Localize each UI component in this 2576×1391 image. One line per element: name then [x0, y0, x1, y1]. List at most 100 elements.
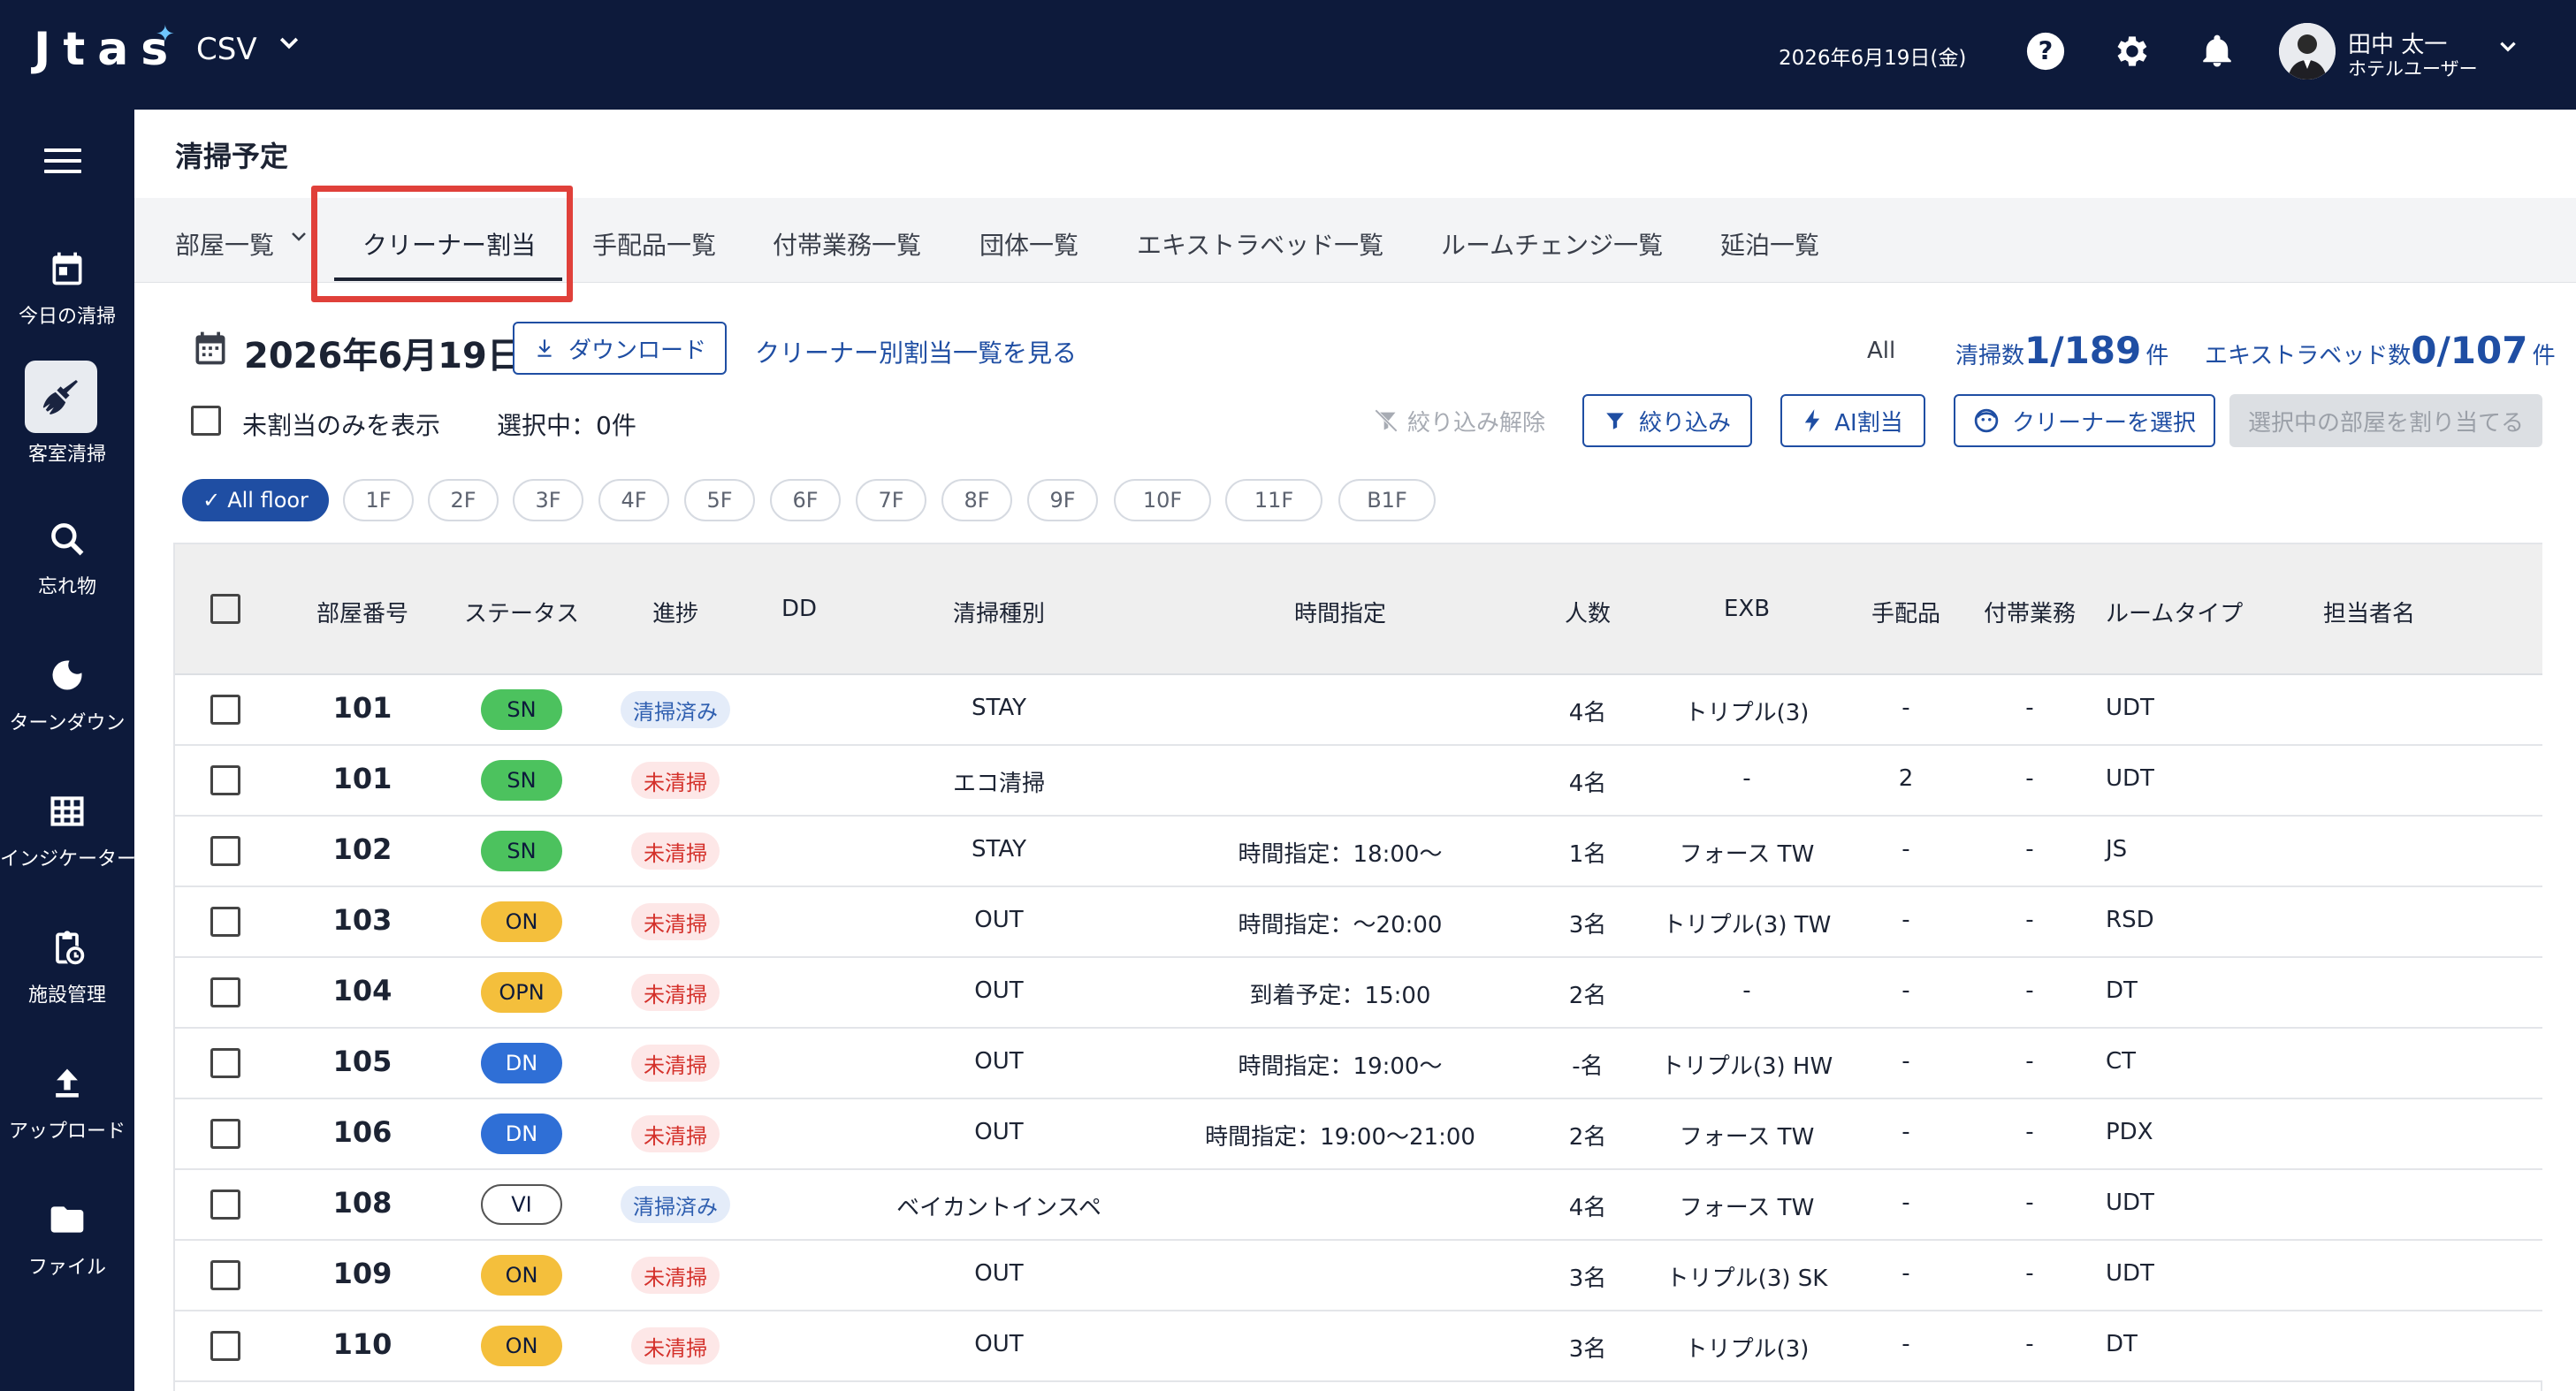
col-dd[interactable]: DD: [781, 596, 817, 622]
people-count: 2名: [1568, 1124, 1607, 1151]
floor-chip-4f[interactable]: 4F: [598, 479, 669, 521]
table-row[interactable]: 101 SN 未清掃 エコ清掃 4名 - 2 - UDT: [175, 746, 2542, 817]
tab-incidental-tasks[interactable]: 付帯業務一覧: [773, 226, 921, 262]
sidebar-item-room-cleaning[interactable]: 客室清掃: [0, 355, 134, 470]
floor-chip-11f[interactable]: 11F: [1225, 479, 1322, 521]
selected-count: 選択中：0件: [497, 411, 636, 440]
selected-date[interactable]: 2026年6月19日: [244, 327, 522, 378]
room-number: 101: [332, 762, 392, 795]
lightning-icon: [1802, 408, 1822, 433]
sidebar-item-upload[interactable]: アップロード: [0, 1039, 134, 1154]
items-cell: -: [1902, 1048, 1910, 1075]
col-progress[interactable]: 進捗: [652, 596, 698, 628]
sidebar-item-turndown[interactable]: ターンダウン: [0, 631, 134, 746]
bell-icon[interactable]: [2194, 28, 2240, 74]
select-cleaner-button[interactable]: クリーナーを選択: [1954, 394, 2215, 447]
tab-arrangement-list[interactable]: 手配品一覧: [592, 226, 716, 262]
hamburger-menu-icon[interactable]: [44, 148, 81, 177]
col-exb[interactable]: EXB: [1724, 596, 1770, 622]
floor-chip-2f[interactable]: 2F: [428, 479, 499, 521]
table-row[interactable]: 101 SN 清掃済み STAY 4名 トリプル(3) - - UDT: [175, 675, 2542, 746]
floor-chip-1f[interactable]: 1F: [343, 479, 414, 521]
col-status[interactable]: ステータス: [464, 596, 579, 628]
floor-chip-9f[interactable]: 9F: [1027, 479, 1098, 521]
table-row[interactable]: 110 ON 未清掃 OUT 3名 トリプル(3) - - DT: [175, 1311, 2542, 1382]
floor-chip-7f[interactable]: 7F: [856, 479, 926, 521]
col-people[interactable]: 人数: [1565, 596, 1611, 628]
cleaning-type: OUT: [974, 1331, 1024, 1357]
floor-chip-5f[interactable]: 5F: [684, 479, 755, 521]
col-staff[interactable]: 担当者名: [2323, 596, 2415, 628]
table-row[interactable]: 103 ON 未清掃 OUT 時間指定：〜20:00 3名 トリプル(3) TW - - RSD: [175, 887, 2542, 958]
cleaning-type: エコ清掃: [952, 771, 1046, 797]
table-row[interactable]: 109 ON 未清掃 OUT 3名 トリプル(3) SK - - UDT: [175, 1241, 2542, 1311]
tasks-cell: -: [2025, 1119, 2034, 1145]
time-spec: 時間指定：19:00〜21:00: [1205, 1124, 1475, 1151]
tab-extended-stay-list[interactable]: 延泊一覧: [1720, 226, 1819, 262]
download-button[interactable]: ダウンロード: [513, 322, 727, 375]
tab-room-change-list[interactable]: ルームチェンジ一覧: [1441, 226, 1663, 262]
filter-button[interactable]: 絞り込み: [1582, 394, 1752, 447]
row-checkbox[interactable]: [210, 1190, 240, 1220]
row-checkbox[interactable]: [210, 1119, 240, 1149]
table-row[interactable]: 106 DN 未清掃 OUT 時間指定：19:00〜21:00 2名 フォース TW - - PD…: [175, 1099, 2542, 1170]
sidebar-item-files[interactable]: ファイル: [0, 1175, 134, 1290]
sidebar-item-today-cleaning[interactable]: 今日の清掃: [0, 224, 134, 339]
col-tasks[interactable]: 付帯業務: [1984, 596, 2076, 628]
cleaner-assignment-list-link[interactable]: クリーナー別割当一覧を見る: [755, 334, 1077, 369]
assign-selected-rooms-button[interactable]: 選択中の部屋を割り当てる: [2229, 394, 2542, 447]
extra-bed-count-stat: エキストラベッド数0/107 件: [2205, 329, 2556, 372]
table-row[interactable]: 102 SN 未清掃 STAY 時間指定：18:00〜 1名 フォース TW - - JS: [175, 817, 2542, 887]
row-checkbox[interactable]: [210, 1260, 240, 1290]
gear-icon[interactable]: [2109, 28, 2155, 74]
grid-icon: [41, 785, 94, 838]
calendar-icon[interactable]: [191, 329, 230, 371]
tab-extra-bed-list[interactable]: エキストラベッド一覧: [1137, 226, 1383, 262]
floor-chip-3f[interactable]: 3F: [513, 479, 583, 521]
clear-filter-button[interactable]: 絞り込み解除: [1374, 405, 1545, 439]
ai-assign-button[interactable]: AI割当: [1780, 394, 1925, 447]
unassigned-only-checkbox[interactable]: [191, 406, 221, 436]
exb-cell: トリプル(3): [1684, 1336, 1810, 1363]
extra-bed-count-value: 0/107: [2411, 329, 2528, 372]
sidebar-item-facility[interactable]: 施設管理: [0, 903, 134, 1018]
help-icon[interactable]: ?: [2023, 28, 2069, 74]
col-time[interactable]: 時間指定: [1294, 596, 1386, 628]
col-cleaning-type[interactable]: 清掃種別: [953, 596, 1045, 628]
ai-assign-label: AI割当: [1834, 409, 1903, 437]
col-items[interactable]: 手配品: [1871, 596, 1940, 628]
row-checkbox[interactable]: [210, 836, 240, 866]
select-all-checkbox[interactable]: [210, 594, 240, 624]
cleaning-type: STAY: [971, 695, 1027, 721]
sidebar-item-lost-found[interactable]: 忘れ物: [0, 495, 134, 610]
row-checkbox[interactable]: [210, 1048, 240, 1078]
row-checkbox[interactable]: [210, 765, 240, 795]
tab-room-list[interactable]: 部屋一覧: [175, 226, 274, 262]
row-checkbox[interactable]: [210, 907, 240, 937]
chevron-down-icon[interactable]: [288, 226, 309, 253]
highlight-box: [311, 186, 573, 302]
room-type: PDX: [2106, 1119, 2153, 1145]
chevron-down-icon[interactable]: [276, 30, 302, 64]
table-row[interactable]: 108 VI 清掃済み ベイカントインスペ 4名 フォース TW - - UDT: [175, 1170, 2542, 1241]
row-checkbox[interactable]: [210, 1331, 240, 1361]
avatar[interactable]: [2279, 23, 2336, 80]
table-row[interactable]: 104 OPN 未清掃 OUT 到着予定：15:00 2名 - - - DT: [175, 958, 2542, 1029]
row-checkbox[interactable]: [210, 695, 240, 725]
items-cell: -: [1902, 836, 1910, 863]
table-row[interactable]: 105 DN 未清掃 OUT 時間指定：19:00〜 -名 トリプル(3) HW - - CT: [175, 1029, 2542, 1099]
floor-chip-b1f[interactable]: B1F: [1338, 479, 1436, 521]
user-menu-chevron-icon[interactable]: [2496, 35, 2519, 65]
sidebar-item-label: 客室清掃: [27, 444, 106, 466]
floor-chip-8f[interactable]: 8F: [941, 479, 1012, 521]
row-checkbox[interactable]: [210, 977, 240, 1007]
floor-chip-all[interactable]: ✓ All floor: [182, 479, 329, 521]
sidebar-item-indicator[interactable]: インジケーター: [0, 767, 136, 882]
app-selector-label[interactable]: CSV: [196, 32, 257, 67]
tab-group-list[interactable]: 団体一覧: [979, 226, 1078, 262]
sidebar-item-label: 今日の清掃: [18, 306, 116, 328]
col-room-type[interactable]: ルームタイプ: [2106, 596, 2243, 628]
col-room-number[interactable]: 部屋番号: [316, 596, 408, 628]
floor-chip-6f[interactable]: 6F: [770, 479, 841, 521]
floor-chip-10f[interactable]: 10F: [1114, 479, 1211, 521]
